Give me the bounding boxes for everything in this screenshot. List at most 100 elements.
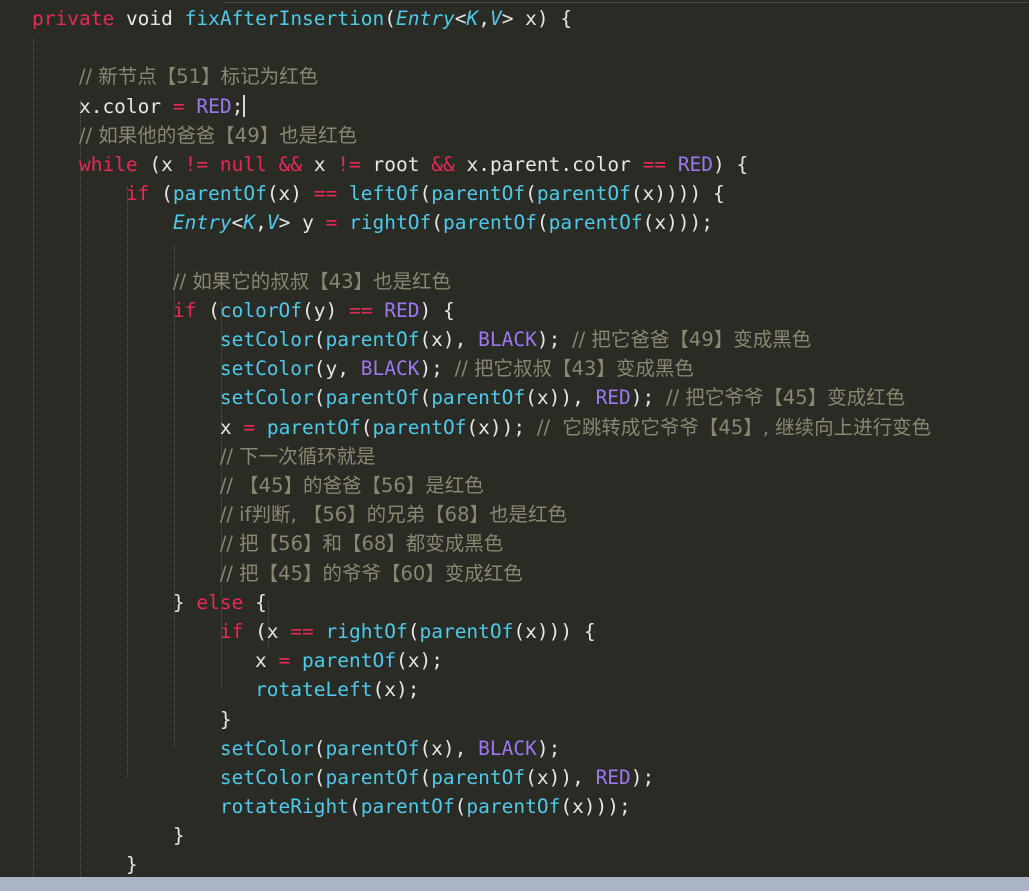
code-line[interactable]: // 下一次循环就是 xyxy=(0,442,1029,471)
keyword-private: private xyxy=(32,7,115,30)
constant-red: RED xyxy=(196,94,232,118)
method-setcolor: setColor xyxy=(219,765,314,789)
code-line[interactable]: x.color = RED; xyxy=(0,92,1029,121)
operator-eq: == xyxy=(313,182,338,206)
code-line-blank[interactable] xyxy=(0,33,1029,62)
method-rotateright: rotateRight xyxy=(219,795,349,819)
code-line[interactable]: if (parentOf(x) == leftOf(parentOf(paren… xyxy=(0,179,1029,208)
code-line[interactable]: setColor(parentOf(x), BLACK); // 把它爸爸【49… xyxy=(0,325,1029,354)
text-caret xyxy=(243,94,246,117)
method-setcolor: setColor xyxy=(219,328,314,352)
code-line[interactable]: x = parentOf(parentOf(x)); // 它跳转成它爷爷【45… xyxy=(0,413,1029,442)
keyword-else: else xyxy=(196,590,244,614)
constant-black: BLACK xyxy=(478,736,537,760)
operator-neq: != xyxy=(184,152,209,176)
comment-new-node-red: // 新节点【51】标记为红色 xyxy=(78,65,319,89)
keyword-null: null xyxy=(219,152,267,176)
code-line[interactable]: // 把【56】和【68】都变成黑色 xyxy=(0,529,1029,558)
code-line[interactable]: // 新节点【51】标记为红色 xyxy=(0,62,1029,91)
constant-black: BLACK xyxy=(478,328,537,352)
constant-red: RED xyxy=(384,298,420,322)
method-name: fixAfterInsertion xyxy=(184,7,385,30)
code-line[interactable]: setColor(parentOf(parentOf(x)), RED); xyxy=(0,763,1029,792)
method-rightof: rightOf xyxy=(325,619,408,643)
method-parentof: parentOf xyxy=(372,415,467,439)
comment-next-loop: // 下一次循环就是 xyxy=(219,444,376,468)
horizontal-scrollbar-thumb[interactable] xyxy=(0,877,1029,891)
method-parentof: parentOf xyxy=(443,211,537,235)
code-line[interactable]: // 【45】的爸爸【56】是红色 xyxy=(0,471,1029,500)
method-parentof: parentOf xyxy=(548,211,643,235)
operator-eq: == xyxy=(290,619,314,643)
code-line[interactable]: while (x != null && x != root && x.paren… xyxy=(0,150,1029,179)
code-line[interactable]: rotateRight(parentOf(parentOf(x))); xyxy=(0,792,1029,821)
operator-assign: = xyxy=(278,649,291,673)
method-setcolor: setColor xyxy=(219,357,314,381)
keyword-if: if xyxy=(219,619,244,643)
code-line[interactable]: rotateLeft(x); xyxy=(0,675,1029,704)
code-line[interactable]: private void fixAfterInsertion(Entry<K,V… xyxy=(0,4,1029,33)
constant-red: RED xyxy=(677,152,714,176)
comment-uncle-to-black: // 把它叔叔【43】变成黑色 xyxy=(454,357,694,381)
code-surface[interactable]: private void fixAfterInsertion(Entry<K,V… xyxy=(0,0,1029,891)
type-v: V xyxy=(489,7,502,30)
method-parentof: parentOf xyxy=(431,182,526,206)
method-colorof: colorOf xyxy=(219,298,303,322)
code-line[interactable]: // 如果他的爸爸【49】也是红色 xyxy=(0,121,1029,150)
method-setcolor: setColor xyxy=(219,736,314,760)
type-entry: Entry xyxy=(396,7,455,30)
code-line[interactable]: if (x == rightOf(parentOf(x))) { xyxy=(0,617,1029,646)
code-line[interactable]: if (colorOf(y) == RED) { xyxy=(0,296,1029,325)
code-line[interactable]: setColor(parentOf(x), BLACK); xyxy=(0,734,1029,763)
method-parentof: parentOf xyxy=(325,765,420,789)
code-line[interactable]: x = parentOf(x); xyxy=(0,646,1029,675)
method-parentof: parentOf xyxy=(325,328,420,352)
keyword-if: if xyxy=(125,182,150,206)
operator-neq-2: != xyxy=(337,152,361,176)
method-leftof: leftOf xyxy=(349,182,420,206)
operator-eq: == xyxy=(349,298,373,322)
method-setcolor: setColor xyxy=(219,386,314,410)
comment-56-68-to-black: // 把【56】和【68】都变成黑色 xyxy=(219,532,504,556)
method-parentof: parentOf xyxy=(431,386,526,410)
code-line-blank[interactable] xyxy=(0,238,1029,267)
method-parentof: parentOf xyxy=(325,386,420,410)
operator-and-2: && xyxy=(431,152,455,176)
comment-grandpa-to-red: // 把它爷爷【45】变成红色 xyxy=(666,386,906,410)
code-editor[interactable]: private void fixAfterInsertion(Entry<K,V… xyxy=(0,0,1029,891)
comment-jump-to-grandpa: // 它跳转成它爷爷【45】, 继续向上进行变色 xyxy=(536,415,932,439)
code-line[interactable]: } xyxy=(0,821,1029,850)
code-line[interactable]: } else { xyxy=(0,588,1029,617)
code-line[interactable]: // 把【45】的爷爷【60】变成红色 xyxy=(0,559,1029,588)
comment-if-father-red: // 如果他的爸爸【49】也是红色 xyxy=(78,123,358,147)
constant-black: BLACK xyxy=(360,357,420,381)
operator-eq: == xyxy=(642,152,667,176)
method-parentof: parentOf xyxy=(536,182,631,206)
comment-if-56-brother-68-red: // if判断, 【56】的兄弟【68】也是红色 xyxy=(219,503,567,527)
code-line[interactable]: // 如果它的叔叔【43】也是红色 xyxy=(0,267,1029,296)
method-parentof: parentOf xyxy=(419,619,514,643)
type-k: K xyxy=(243,211,256,235)
code-line[interactable]: setColor(y, BLACK); // 把它叔叔【43】变成黑色 xyxy=(0,354,1029,383)
comment-45-father-56-red: // 【45】的爸爸【56】是红色 xyxy=(219,474,484,497)
keyword-while: while xyxy=(78,152,138,176)
type-v: V xyxy=(266,211,279,235)
comment-father-to-black: // 把它爸爸【49】变成黑色 xyxy=(572,328,812,352)
code-line[interactable]: setColor(parentOf(parentOf(x)), RED); //… xyxy=(0,383,1029,412)
code-line[interactable]: Entry<K,V> y = rightOf(parentOf(parentOf… xyxy=(0,208,1029,237)
operator-and: && xyxy=(278,152,303,176)
code-line[interactable]: } xyxy=(0,850,1029,879)
method-parentof: parentOf xyxy=(302,649,396,673)
operator-assign: = xyxy=(172,94,185,118)
method-parentof: parentOf xyxy=(325,736,420,760)
comment-if-uncle-red: // 如果它的叔叔【43】也是红色 xyxy=(172,269,452,293)
horizontal-scrollbar[interactable] xyxy=(0,877,1029,891)
method-parentof: parentOf xyxy=(172,182,267,206)
code-line[interactable]: // if判断, 【56】的兄弟【68】也是红色 xyxy=(0,500,1029,529)
operator-assign: = xyxy=(325,211,338,235)
method-rightof: rightOf xyxy=(349,211,432,235)
method-parentof: parentOf xyxy=(266,415,361,439)
constant-red: RED xyxy=(595,765,631,789)
method-rotateleft: rotateLeft xyxy=(255,678,373,702)
code-line[interactable]: } xyxy=(0,705,1029,734)
